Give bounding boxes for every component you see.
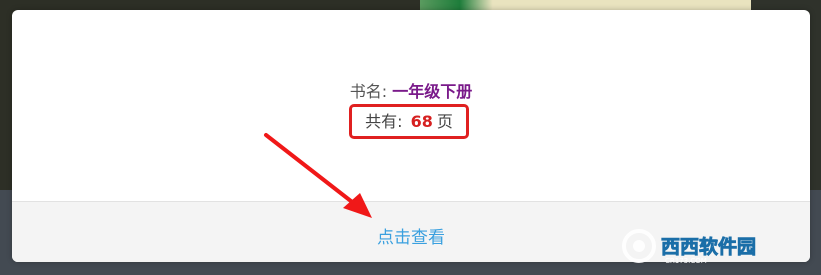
- watermark-text: 西西软件园: [661, 235, 756, 258]
- arrow-shaft: [264, 133, 358, 207]
- watermark-logo: 西西软件园 CR173.COM: [622, 229, 756, 265]
- watermark-subtext: CR173.COM: [665, 257, 707, 265]
